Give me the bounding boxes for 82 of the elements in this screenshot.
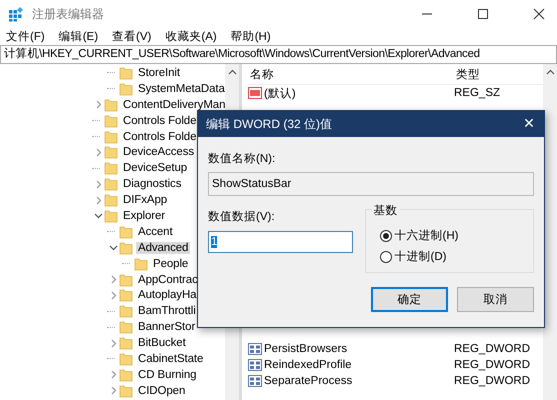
tree-item[interactable]: ContentDeliveryMan [121, 98, 228, 111]
menu-item[interactable]: 查看(V) [112, 28, 152, 44]
scroll-up-icon[interactable] [228, 68, 236, 77]
folder-icon [104, 145, 118, 160]
group-label: 基数 [372, 203, 400, 218]
value-name[interactable]: PersistBrowsers [264, 343, 454, 355]
tree-item[interactable]: StoreInit [136, 66, 182, 79]
folder-icon [119, 320, 133, 334]
field-label: 数值数据(V): [208, 210, 276, 224]
maximize-icon[interactable] [477, 8, 489, 20]
folder-icon [119, 368, 133, 382]
tree-item[interactable]: BamThrottli [136, 305, 198, 318]
tree-item[interactable]: People [151, 258, 190, 270]
radio-option[interactable]: 十六进制(H) [380, 228, 533, 243]
window-title: 注册表编辑器 [32, 6, 104, 22]
binary-value-icon [248, 358, 262, 372]
value-name[interactable]: ReindexedProfile [264, 359, 454, 371]
tree-item[interactable]: AutoplayHa [136, 289, 198, 302]
tree-item[interactable]: Explorer [121, 210, 168, 222]
field-label: 数值名称(N): [208, 152, 276, 166]
address-field[interactable]: 计算机\HKEY_CURRENT_USER\Software\Microsoft\Windows\CurrentVersion\Explorer\Advanced [0, 45, 557, 64]
value-name-field[interactable]: ShowStatusBar [208, 172, 534, 196]
folder-icon [104, 130, 118, 144]
folder-icon [104, 193, 118, 208]
radio-button[interactable] [380, 230, 392, 242]
column-header[interactable]: 名称 [248, 66, 456, 82]
folder-icon [119, 66, 133, 80]
tree-item[interactable]: DIFxApp [121, 194, 170, 206]
tree-item[interactable]: DeviceAccess [121, 146, 196, 158]
tree-item[interactable]: Controls Folde [121, 130, 198, 142]
folder-icon [119, 288, 133, 302]
menu-item[interactable]: 文件(F) [6, 28, 45, 44]
tree-item[interactable]: Diagnostics [121, 178, 184, 190]
folder-icon [104, 98, 118, 112]
registry-editor-icon [8, 6, 24, 22]
value-name[interactable]: SeparateProcess [264, 375, 454, 387]
folder-icon [119, 304, 133, 318]
value-type: REG_DWORD [454, 359, 530, 371]
value-type: REG_SZ [454, 87, 500, 99]
value-name[interactable]: (默认) [264, 86, 454, 100]
radio-button[interactable] [380, 250, 392, 262]
scrollbar[interactable] [543, 64, 557, 400]
binary-value-icon [248, 342, 262, 356]
folder-icon [119, 336, 133, 350]
folder-icon [134, 256, 148, 271]
folder-icon [104, 161, 118, 176]
tree-item[interactable]: CIDOpen [136, 384, 188, 397]
folder-icon [119, 82, 133, 96]
value-data-field[interactable]: 1 [208, 231, 353, 253]
folder-icon [119, 272, 133, 287]
menu-item[interactable]: 收藏夹(A) [165, 28, 217, 44]
dialog-title: 编辑 DWORD (32 位)值 [206, 116, 332, 132]
value-type: REG_DWORD [454, 343, 530, 355]
folder-icon [119, 352, 133, 366]
tree-item[interactable]: BitBucket [136, 337, 188, 350]
scroll-up-icon[interactable] [546, 68, 554, 77]
folder-icon [119, 224, 133, 239]
cancel-button[interactable]: 取消 [457, 287, 534, 312]
tree-item[interactable]: Advanced [136, 242, 190, 254]
column-header[interactable]: 类型 [456, 66, 480, 82]
string-value-icon [248, 86, 262, 100]
ok-button[interactable]: 确定 [371, 287, 448, 312]
folder-icon [104, 114, 118, 128]
tree-item[interactable]: DeviceSetup [121, 162, 190, 174]
close-button[interactable]: ✕ [514, 111, 544, 137]
tree-item[interactable]: Controls Folde [121, 114, 198, 127]
tree-item[interactable]: CD Burning [136, 368, 198, 381]
tree-item[interactable]: CabinetState [136, 352, 206, 365]
tree-item[interactable]: SystemMetaData [136, 82, 227, 95]
binary-value-icon [248, 374, 262, 388]
value-type: REG_DWORD [454, 375, 530, 387]
radio-option[interactable]: 十进制(D) [380, 249, 533, 264]
menu-item[interactable]: 编辑(E) [58, 28, 98, 44]
folder-icon [104, 208, 118, 223]
menu-item[interactable]: 帮助(H) [230, 28, 271, 44]
folder-icon [104, 177, 118, 192]
tree-item[interactable]: BannerStor [136, 321, 198, 334]
tree-item[interactable]: Accent [136, 226, 175, 238]
folder-icon [119, 384, 133, 398]
close-icon[interactable] [533, 8, 545, 20]
tree-item[interactable]: AppContrac [136, 274, 200, 286]
folder-icon [119, 240, 133, 255]
